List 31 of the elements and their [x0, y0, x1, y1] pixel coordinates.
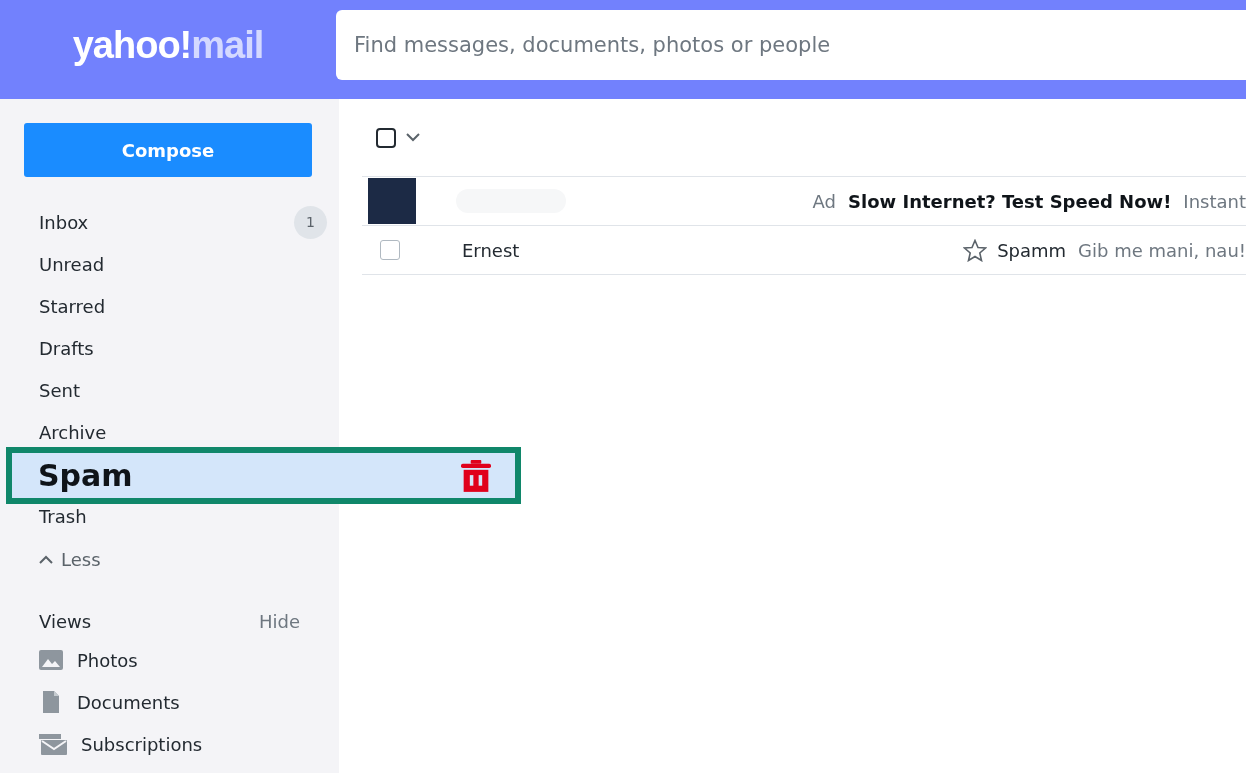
chevron-up-icon	[39, 554, 53, 564]
view-item[interactable]: Subscriptions	[0, 723, 339, 765]
ad-title[interactable]: Slow Internet? Test Speed Now!	[848, 190, 1172, 212]
views-heading: Views	[39, 610, 92, 632]
mail-subject[interactable]: Spamm	[997, 239, 1067, 261]
folder-item[interactable]: Trash	[39, 505, 87, 527]
ad-snippet: Instant	[1183, 190, 1246, 212]
view-item[interactable]: Photos	[0, 639, 339, 681]
unread-count-badge: 1	[294, 205, 327, 239]
view-item[interactable]: Documents	[0, 681, 339, 723]
less-toggle[interactable]: Less	[39, 541, 339, 577]
hide-link[interactable]: Hide	[258, 610, 300, 632]
image-icon	[39, 650, 63, 670]
folder-item[interactable]: Inbox	[39, 211, 89, 233]
sender-name: Ernest	[462, 239, 521, 261]
search-field[interactable]: Find messages, documents, photos or people	[336, 10, 1246, 80]
row-checkbox[interactable]	[380, 240, 400, 260]
mail-snippet: Gib me mani, nau!	[1078, 239, 1246, 261]
select-all-checkbox[interactable]	[376, 127, 396, 148]
highlighted-folder-item[interactable]: Spam	[6, 447, 521, 504]
trash-icon[interactable]	[461, 459, 491, 492]
folder-item[interactable]: Drafts	[39, 337, 94, 359]
folder-item[interactable]: Unread	[39, 253, 105, 275]
chevron-down-icon[interactable]	[406, 133, 420, 142]
envelope-stack-icon	[39, 732, 67, 756]
ad-thumbnail[interactable]	[368, 178, 416, 224]
ad-label: Ad	[812, 190, 837, 212]
folder-item[interactable]: Sent	[39, 379, 80, 401]
folder-item[interactable]: Starred	[39, 295, 106, 317]
folder-item[interactable]: Archive	[39, 421, 107, 443]
star-icon[interactable]	[963, 238, 988, 262]
